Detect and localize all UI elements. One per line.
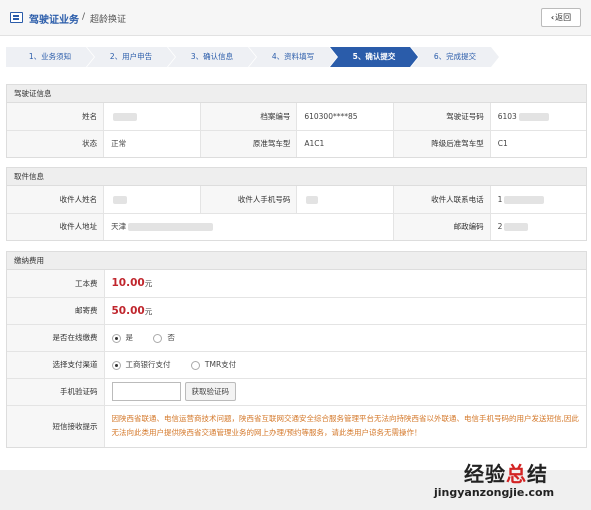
section-title: 取件信息 (7, 168, 586, 186)
sms-code-label: 手机验证码 (7, 377, 105, 405)
radio-yes[interactable] (111, 333, 121, 343)
phone-value: 1 (490, 186, 586, 213)
step-3: 3、确认信息 (168, 47, 256, 67)
section-title: 缴纳费用 (7, 252, 586, 270)
get-code-button[interactable]: 获取验证码 (184, 382, 236, 401)
sms-notice-text: 因陕西省联通、电信运营商技术问题，陕西省互联网交通安全综合服务管理平台无法向持陕… (104, 404, 586, 447)
online-pay-label: 是否在线缴费 (7, 323, 105, 351)
table-row: 是否在线缴费 是 否 (7, 323, 586, 351)
mobile-label: 收件人手机号码 (200, 186, 298, 213)
down-class-label: 降级后准驾车型 (393, 129, 491, 157)
postcode-value: 2 (490, 212, 586, 240)
chevron-left-icon: ‹ (550, 13, 555, 22)
radio-tmr[interactable] (190, 360, 200, 370)
payment-table: 工本费 10.00元 邮寄费 50.00元 是否在线缴费 是 否 选择支付渠道 … (7, 270, 586, 447)
cost-label: 工本费 (7, 270, 105, 297)
address-value: 天津 (103, 212, 395, 240)
pickup-info-section: 取件信息 收件人姓名 收件人手机号码 收件人联系电话 1 收件人地址 天津 邮政… (6, 167, 587, 241)
postage-amount: 50.00元 (104, 296, 586, 324)
step-5: 5、确认提交 (330, 47, 418, 67)
sms-code-input[interactable] (111, 382, 181, 401)
payment-section: 缴纳费用 工本费 10.00元 邮寄费 50.00元 是否在线缴费 是 否 选择… (6, 251, 587, 448)
sms-notice-label: 短信接收提示 (7, 404, 105, 447)
step-6: 6、完成提交 (411, 47, 499, 67)
currency-unit: 元 (144, 279, 153, 289)
file-no-value: 610300****85 (296, 103, 395, 130)
table-row: 短信接收提示 因陕西省联通、电信运营商技术问题，陕西省互联网交通安全综合服务管理… (7, 404, 586, 447)
license-no-label: 驾驶证号码 (393, 103, 491, 130)
radio-no[interactable] (153, 333, 163, 343)
down-class-value: C1 (490, 129, 586, 157)
breadcrumb-separator: / (82, 12, 86, 22)
back-label: 返回 (555, 13, 572, 22)
watermark-logo: 经验总结 (464, 462, 548, 486)
postcode-label: 邮政编码 (393, 212, 491, 240)
channel-icbc-option[interactable]: 工商银行支付 (111, 359, 171, 370)
channel-tmr-option[interactable]: TMR支付 (190, 359, 236, 370)
online-pay-options: 是 否 (104, 323, 586, 351)
online-no-option[interactable]: 否 (153, 332, 175, 343)
name-label: 姓名 (7, 103, 105, 130)
table-row: 手机验证码 获取验证码 (7, 377, 586, 405)
cost-amount: 10.00元 (104, 270, 586, 297)
orig-class-value: A1C1 (296, 129, 395, 157)
currency-unit: 元 (144, 306, 153, 316)
step-2: 2、用户申告 (87, 47, 175, 67)
orig-class-label: 原准驾车型 (200, 129, 298, 157)
table-row: 姓名 档案编号 610300****85 驾驶证号码 6103 (7, 103, 586, 130)
license-info-table: 姓名 档案编号 610300****85 驾驶证号码 6103 状态 正常 原准… (7, 103, 586, 157)
mobile-value (296, 186, 395, 213)
license-info-section: 驾驶证信息 姓名 档案编号 610300****85 驾驶证号码 6103 状态… (6, 84, 587, 158)
back-button[interactable]: ‹返回 (541, 8, 581, 27)
breadcrumb-current: 超龄换证 (90, 15, 127, 25)
cost-value: 10.00 (111, 277, 145, 290)
pay-channel-options: 工商银行支付 TMR支付 (104, 350, 586, 378)
phone-label: 收件人联系电话 (393, 186, 491, 213)
postage-label: 邮寄费 (7, 296, 105, 324)
status-value: 正常 (103, 129, 201, 157)
recipient-value (103, 186, 201, 213)
table-row: 邮寄费 50.00元 (7, 296, 586, 324)
file-no-label: 档案编号 (200, 103, 298, 130)
table-row: 选择支付渠道 工商银行支付 TMR支付 (7, 350, 586, 378)
table-row: 状态 正常 原准驾车型 A1C1 降级后准驾车型 C1 (7, 129, 586, 157)
name-value (103, 103, 201, 130)
business-title[interactable]: 驾驶证业务 (29, 11, 79, 26)
license-no-value: 6103 (490, 103, 586, 130)
postage-value: 50.00 (111, 304, 145, 317)
pickup-info-table: 收件人姓名 收件人手机号码 收件人联系电话 1 收件人地址 天津 邮政编码 2 (7, 186, 586, 240)
table-row: 收件人地址 天津 邮政编码 2 (7, 212, 586, 240)
table-row: 工本费 10.00元 (7, 270, 586, 297)
document-icon (10, 12, 23, 23)
sms-code-cell: 获取验证码 (104, 377, 586, 405)
section-title: 驾驶证信息 (7, 85, 586, 103)
status-label: 状态 (7, 129, 105, 157)
progress-steps: 1、业务须知 2、用户申告 3、确认信息 4、资料填写 5、确认提交 6、完成提… (6, 47, 586, 67)
step-1: 1、业务须知 (6, 47, 94, 67)
watermark-url: jingyanzongjie.com (434, 486, 555, 499)
online-yes-option[interactable]: 是 (111, 332, 133, 343)
table-row: 收件人姓名 收件人手机号码 收件人联系电话 1 (7, 186, 586, 213)
page-header: 驾驶证业务 / 超龄换证 ‹返回 (0, 0, 591, 36)
step-4: 4、资料填写 (249, 47, 337, 67)
pay-channel-label: 选择支付渠道 (7, 350, 105, 378)
radio-icbc[interactable] (111, 360, 121, 370)
recipient-label: 收件人姓名 (7, 186, 105, 213)
address-label: 收件人地址 (7, 212, 105, 240)
